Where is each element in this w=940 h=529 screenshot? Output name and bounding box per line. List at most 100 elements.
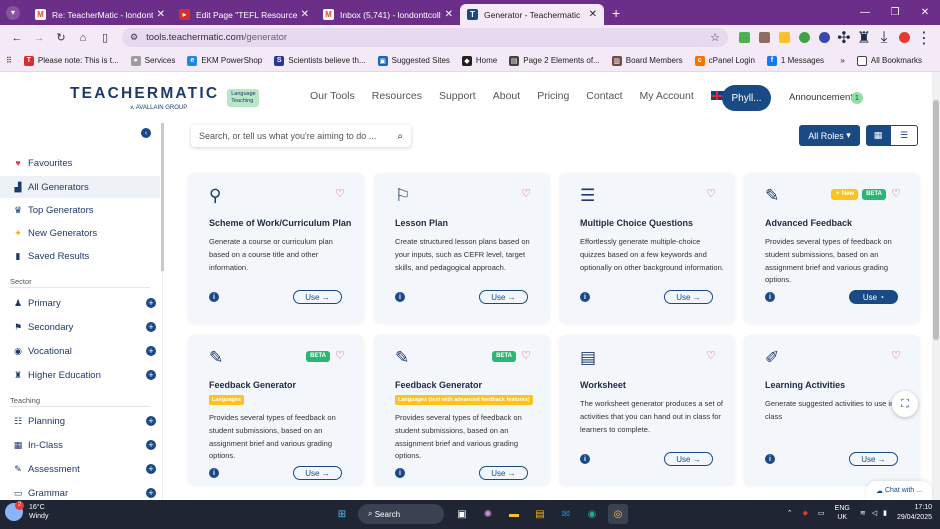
user-button[interactable]: Phyll...: [722, 85, 771, 111]
close-icon[interactable]: ✕: [157, 9, 165, 20]
bookmark-item[interactable]: ▥ Board Members: [611, 55, 683, 66]
sidebar-item-new-generators[interactable]: ✦ New Generators: [0, 222, 160, 244]
nav-resources[interactable]: Resources: [372, 90, 422, 102]
generator-card-lesson-plan[interactable]: ⚐ ♡ Lesson Plan Create structured lesson…: [374, 173, 550, 323]
bookmark-item[interactable]: c cPanel Login: [694, 55, 755, 66]
extension-icon[interactable]: [814, 28, 834, 48]
fullscreen-button[interactable]: ⛶: [892, 391, 918, 417]
bookmark-item[interactable]: ● Services: [130, 55, 175, 66]
minimize-icon[interactable]: —: [850, 0, 880, 25]
announcements-link[interactable]: Announcements: [789, 92, 858, 103]
bookmark-item[interactable]: T Please note: This is t...: [23, 55, 119, 66]
sidebar-item-saved-results[interactable]: ▮ Saved Results: [0, 245, 160, 267]
sidebar-item-vocational[interactable]: ◉ Vocational +: [0, 340, 160, 362]
sidebar-item-higher-education[interactable]: ♜ Higher Education +: [0, 364, 160, 386]
bookmark-item[interactable]: ▣ Suggested Sites: [377, 55, 450, 66]
search-icon[interactable]: ⌕: [397, 131, 403, 142]
sidebar-item-assessment[interactable]: ✎ Assessment +: [0, 458, 160, 480]
browser-tab[interactable]: ▸ Edit Page "TEFL Resources – En ✕: [172, 4, 316, 25]
expand-plus-icon[interactable]: +: [146, 440, 156, 450]
expand-plus-icon[interactable]: +: [146, 346, 156, 356]
expand-plus-icon[interactable]: +: [146, 322, 156, 332]
more-bookmarks-icon[interactable]: »: [840, 56, 844, 65]
extension-icon[interactable]: [794, 28, 814, 48]
browser-menu-icon[interactable]: ⋮: [914, 28, 934, 48]
browser-tab[interactable]: M Inbox (5,741) - londonttcollege ✕: [316, 4, 460, 25]
info-icon[interactable]: i: [395, 468, 405, 478]
task-view-icon[interactable]: ▣: [452, 504, 472, 524]
edge-icon[interactable]: ◉: [582, 504, 602, 524]
back-icon[interactable]: ←: [6, 27, 28, 49]
sidebar-item-primary[interactable]: ♟ Primary +: [0, 292, 160, 314]
grid-view-button[interactable]: ▦: [866, 125, 890, 146]
roles-dropdown[interactable]: All Roles ▾: [799, 125, 860, 146]
scrollbar-thumb[interactable]: [933, 100, 939, 340]
new-tab-icon[interactable]: +: [612, 5, 620, 21]
nav-about[interactable]: About: [493, 90, 520, 102]
info-icon[interactable]: i: [209, 292, 219, 302]
nav-my-account[interactable]: My Account: [639, 90, 693, 102]
use-button[interactable]: Use →: [849, 452, 898, 466]
explorer-icon[interactable]: ▬: [504, 504, 524, 524]
close-icon[interactable]: ✕: [589, 9, 597, 20]
close-window-icon[interactable]: ✕: [910, 0, 940, 25]
outlook-icon[interactable]: ✉: [556, 504, 576, 524]
clock[interactable]: 17:10 29/04/2025: [897, 503, 932, 523]
sidebar-item-planning[interactable]: ☷ Planning +: [0, 410, 160, 432]
use-button[interactable]: Use →: [479, 466, 528, 480]
bookmark-star-icon[interactable]: ☆: [710, 31, 720, 44]
browser-tab-active[interactable]: T Generator - Teachermatic ✕: [460, 4, 604, 25]
site-info-icon[interactable]: ⚙: [130, 32, 138, 43]
forward-icon[interactable]: →: [28, 27, 50, 49]
list-view-button[interactable]: ☰: [890, 125, 918, 146]
generator-card-advanced-feedback[interactable]: ✎ ✦ New BETA ♡ Advanced Feedback Provide…: [744, 173, 920, 323]
battery-icon[interactable]: ▭: [818, 509, 825, 517]
page-scrollbar[interactable]: [932, 72, 940, 500]
favourite-heart-icon[interactable]: ♡: [521, 349, 531, 362]
url-bar[interactable]: ⚙ tools.teachermatic.com/generator ☆: [122, 28, 728, 47]
battery-status-icon[interactable]: ▮: [883, 509, 887, 517]
generator-card-multiple-choice[interactable]: ☰ ♡ Multiple Choice Questions Effortless…: [559, 173, 735, 323]
favourite-heart-icon[interactable]: ♡: [335, 349, 345, 362]
all-bookmarks[interactable]: All Bookmarks: [856, 55, 922, 66]
nav-contact[interactable]: Contact: [586, 90, 622, 102]
reading-mode-icon[interactable]: ▯: [94, 27, 116, 49]
bookmark-item[interactable]: e EKM PowerShop: [187, 55, 262, 66]
info-icon[interactable]: i: [580, 292, 590, 302]
use-button[interactable]: Use ◔: [849, 290, 898, 304]
use-button[interactable]: Use →: [293, 290, 342, 304]
close-icon[interactable]: ✕: [301, 9, 309, 20]
wifi-icon[interactable]: ≋: [860, 509, 866, 517]
extension-icon[interactable]: [734, 28, 754, 48]
extension-icon[interactable]: [754, 28, 774, 48]
tray-expand-icon[interactable]: ⌃: [787, 509, 793, 517]
sidebar-item-all-generators[interactable]: ▟ All Generators: [0, 176, 160, 198]
bookmark-item[interactable]: f1 Messages: [766, 55, 824, 66]
sidebar-scrollbar[interactable]: [161, 123, 164, 271]
download-icon[interactable]: ⤓: [874, 28, 894, 48]
close-icon[interactable]: ✕: [445, 9, 453, 20]
use-button[interactable]: Use →: [664, 452, 713, 466]
favourite-heart-icon[interactable]: ♡: [335, 187, 345, 200]
tray-app-icon[interactable]: ◆: [803, 509, 808, 517]
favourite-heart-icon[interactable]: ♡: [891, 349, 901, 362]
generator-card-feedback-generator-advanced[interactable]: ✎ BETA ♡ Feedback Generator Languages (t…: [374, 335, 550, 485]
favourite-heart-icon[interactable]: ♡: [891, 187, 901, 200]
chrome-icon[interactable]: ◎: [608, 504, 628, 524]
expand-plus-icon[interactable]: +: [146, 298, 156, 308]
info-icon[interactable]: i: [580, 454, 590, 464]
use-button[interactable]: Use →: [479, 290, 528, 304]
generator-search-input[interactable]: Search, or tell us what you're aiming to…: [191, 125, 411, 147]
taskbar-search[interactable]: ⌕ Search: [358, 504, 444, 524]
bookmark-item[interactable]: S Scientists believe th...: [274, 55, 366, 66]
expand-plus-icon[interactable]: +: [146, 416, 156, 426]
collapse-sidebar-icon[interactable]: ‹: [141, 128, 151, 138]
info-icon[interactable]: i: [765, 292, 775, 302]
reload-icon[interactable]: ↻: [50, 27, 72, 49]
volume-icon[interactable]: ◁: [872, 509, 877, 517]
expand-plus-icon[interactable]: +: [146, 370, 156, 380]
copilot-icon[interactable]: ✺: [478, 504, 498, 524]
extensions-puzzle-icon[interactable]: ✣: [834, 28, 854, 48]
restore-icon[interactable]: ❐: [880, 0, 910, 25]
nav-support[interactable]: Support: [439, 90, 476, 102]
